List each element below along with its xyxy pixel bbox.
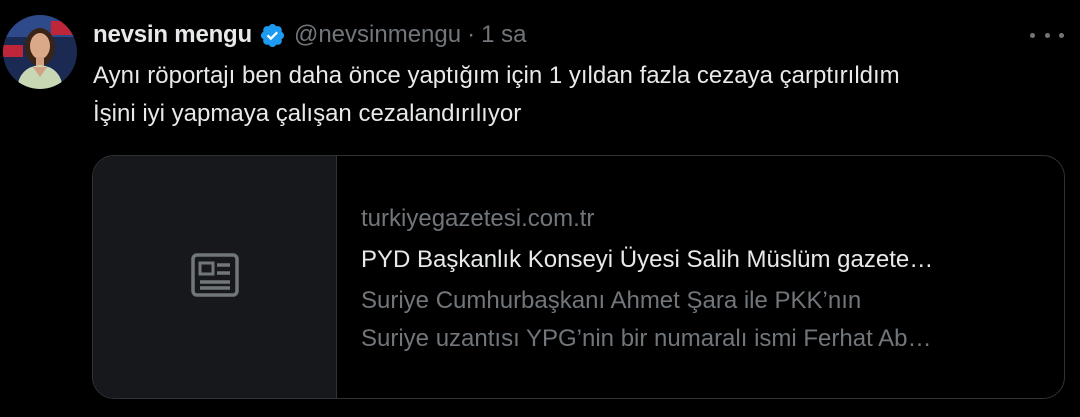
article-icon	[190, 252, 239, 302]
verified-badge-icon[interactable]	[259, 22, 286, 49]
tweet-text-line: İşini iyi yapmaya çalışan cezalandırılıy…	[93, 100, 522, 127]
link-card-media[interactable]	[93, 156, 337, 398]
author-handle[interactable]: @nevsinmengu	[294, 21, 461, 49]
link-card[interactable]: turkiyegazetesi.com.tr PYD Başkanlık Kon…	[92, 155, 1065, 399]
link-card-title: PYD Başkanlık Konseyi Üyesi Salih Müslüm…	[361, 246, 934, 273]
avatar[interactable]	[3, 15, 77, 89]
tweet-header: nevsin mengu @nevsinmengu · 1 sa	[93, 18, 526, 52]
more-dot	[1044, 32, 1050, 38]
separator-dot: ·	[467, 21, 476, 48]
link-card-description-line: Suriye uzantısı YPG’nin bir numaralı ism…	[361, 325, 932, 352]
more-dot	[1059, 32, 1064, 38]
more-horizontal-icon[interactable]	[1030, 22, 1064, 48]
post-timestamp[interactable]: 1 sa	[481, 21, 526, 49]
link-card-body[interactable]: turkiyegazetesi.com.tr PYD Başkanlık Kon…	[361, 200, 1041, 358]
author-display-name[interactable]: nevsin mengu	[93, 21, 252, 49]
tweet[interactable]: nevsin mengu @nevsinmengu · 1 sa Aynı rö…	[0, 0, 1080, 417]
link-card-description: Suriye Cumhurbaşkanı Ahmet Şara ile PKK’…	[361, 282, 1041, 358]
tweet-text: Aynı röportajı ben daha önce yaptığım iç…	[93, 57, 1068, 133]
tweet-text-line: Aynı röportajı ben daha önce yaptığım iç…	[93, 62, 900, 89]
link-card-domain: turkiyegazetesi.com.tr	[361, 205, 595, 232]
link-card-description-line: Suriye Cumhurbaşkanı Ahmet Şara ile PKK’…	[361, 287, 862, 314]
more-dot	[1030, 32, 1035, 38]
